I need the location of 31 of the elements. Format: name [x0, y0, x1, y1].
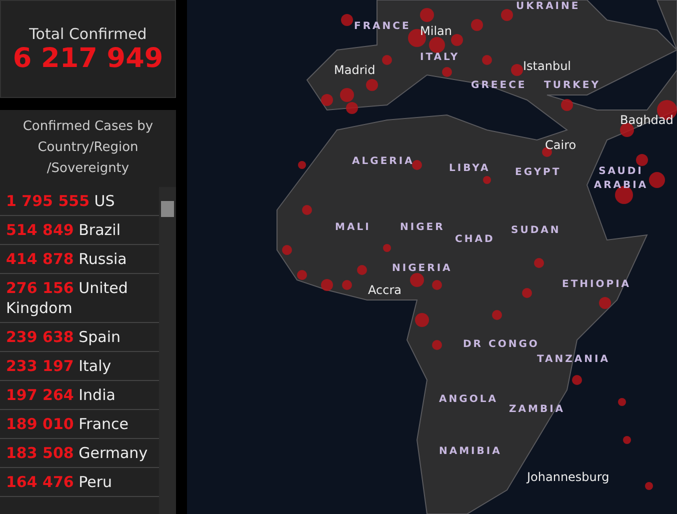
country-label: NIGERIA: [392, 263, 452, 274]
country-label: ALGERIA: [352, 156, 414, 167]
country-label: ZAMBIA: [509, 404, 566, 415]
scrollbar[interactable]: [159, 187, 176, 514]
city-label: Accra: [368, 283, 402, 297]
country-label: MALI: [335, 222, 371, 233]
country-label: EGYPT: [515, 167, 562, 178]
country-label: ANGOLA: [439, 394, 498, 405]
city-label: Cairo: [545, 138, 576, 152]
country-label: SUDAN: [511, 225, 561, 236]
country-label: LIBYA: [449, 163, 490, 174]
city-label: Johannesburg: [527, 470, 610, 484]
country-label: ETHIOPIA: [562, 279, 632, 290]
country-label: NIGER: [400, 222, 445, 233]
country-label: DR CONGO: [463, 339, 540, 350]
list-title: Confirmed Cases by Country/Region /Sovereignty: [22, 118, 154, 178]
country-label: SAUDI ARABIA: [592, 165, 650, 193]
country-label: TURKEY: [544, 80, 600, 91]
city-label: Madrid: [334, 63, 376, 77]
country-label: UKRAINE: [516, 1, 580, 12]
country-label: FRANCE: [354, 21, 411, 32]
city-label: Baghdad: [620, 113, 674, 127]
country-label: CHAD: [455, 234, 495, 245]
country-label: TANZANIA: [537, 354, 610, 365]
country-label: NAMIBIA: [439, 446, 502, 457]
city-label: Istanbul: [523, 59, 572, 73]
country-label: GREECE: [471, 80, 527, 91]
city-label: Milan: [420, 24, 452, 38]
total-value: 6 217 949: [12, 42, 164, 74]
country-label: ITALY: [420, 52, 460, 63]
total-label: Total Confirmed: [29, 24, 147, 42]
